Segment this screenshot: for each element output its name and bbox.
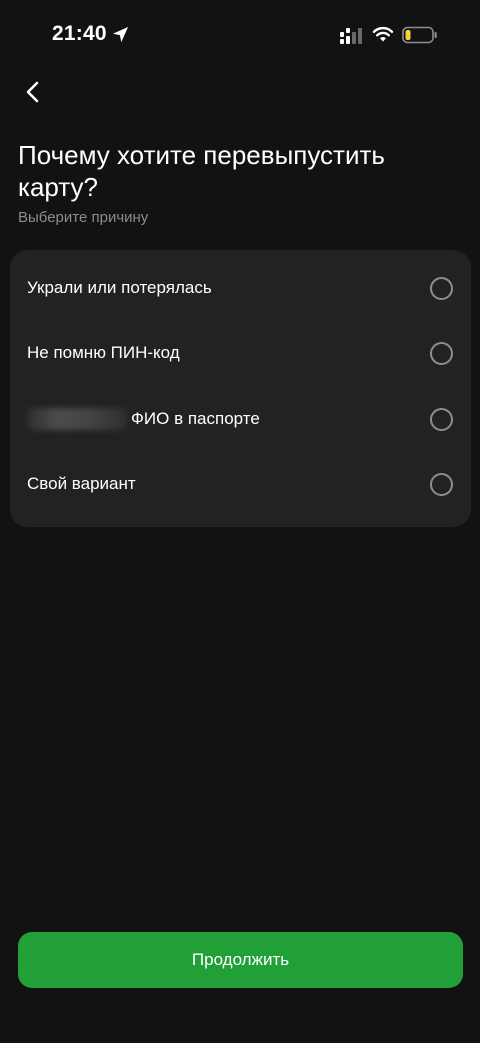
back-button[interactable] xyxy=(16,74,52,110)
redacted-text xyxy=(27,408,127,430)
option-label-container: ФИО в паспорте xyxy=(27,408,260,430)
option-forgot-pin[interactable]: Не помню ПИН-код xyxy=(10,323,471,383)
status-time: 21:40 xyxy=(52,22,107,45)
radio-button[interactable] xyxy=(430,472,453,496)
option-passport-name[interactable]: ФИО в паспорте xyxy=(10,389,471,449)
battery-low-icon xyxy=(402,26,437,44)
page-title: Почему хотите перевыпустить карту? xyxy=(18,140,385,202)
option-label: Украли или потерялась xyxy=(27,278,212,297)
location-arrow-icon xyxy=(112,26,129,43)
radio-button[interactable] xyxy=(430,407,453,431)
continue-button[interactable]: Продолжить xyxy=(18,932,463,988)
radio-button[interactable] xyxy=(430,276,453,300)
signal-icon xyxy=(340,28,362,44)
option-stolen-or-lost[interactable]: Украли или потерялась xyxy=(10,258,471,318)
option-label: Свой вариант xyxy=(27,474,136,493)
screen: 21:40 Почему хотите перевыпустить карту?… xyxy=(0,0,480,1043)
reason-options-card: Украли или потерялась Не помню ПИН-код Ф… xyxy=(10,250,471,527)
option-label: ФИО в паспорте xyxy=(131,409,260,428)
option-custom[interactable]: Свой вариант xyxy=(10,454,471,514)
option-label: Не помню ПИН-код xyxy=(27,343,180,362)
page-subtitle: Выберите причину xyxy=(18,209,149,226)
radio-button[interactable] xyxy=(430,341,453,365)
chevron-left-icon xyxy=(26,81,39,103)
wifi-icon xyxy=(372,26,394,42)
status-bar: 21:40 xyxy=(0,0,480,70)
